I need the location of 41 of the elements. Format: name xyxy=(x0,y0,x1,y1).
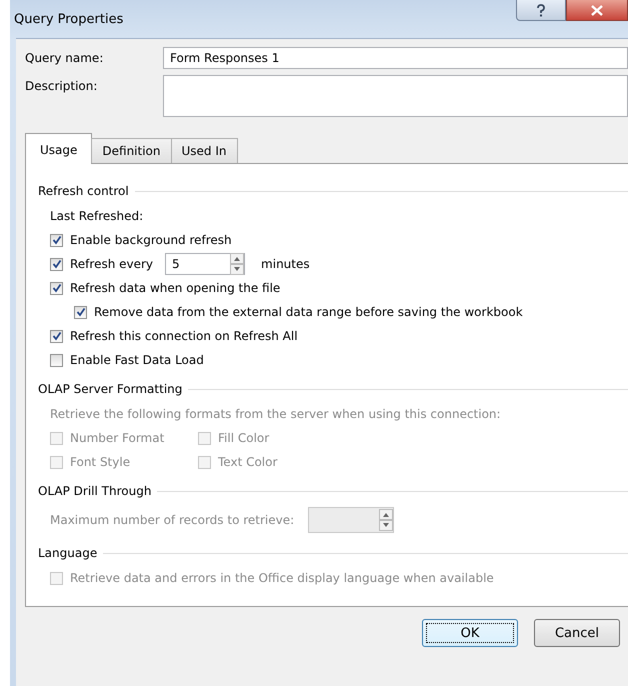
section-heading: OLAP Server Formatting xyxy=(38,382,182,396)
close-icon xyxy=(591,4,603,16)
help-button[interactable] xyxy=(516,0,566,21)
number-spinner[interactable]: 5 xyxy=(165,253,246,275)
checkbox[interactable] xyxy=(50,234,63,246)
checkbox[interactable] xyxy=(50,258,63,270)
section-heading: Language xyxy=(38,546,98,560)
checkbox-label: Retrieve data and errors in the Office display language when available xyxy=(70,571,494,585)
tab[interactable]: Usage xyxy=(25,133,92,164)
checkbox-label: Refresh this connection on Refresh All xyxy=(70,329,298,343)
field-label: Description: xyxy=(25,78,98,95)
info-text: Last Refreshed: xyxy=(50,208,144,225)
tab[interactable]: Definition xyxy=(91,138,172,163)
section-heading: OLAP Drill Through xyxy=(38,484,152,498)
checkbox-label: Fill Color xyxy=(218,431,270,445)
description-field[interactable] xyxy=(163,75,628,117)
checkbox-label: Refresh data when opening the file xyxy=(70,281,280,295)
info-text: Retrieve the following formats from the server when using this connection: xyxy=(50,406,502,423)
ok-button[interactable]: OK xyxy=(422,619,518,647)
name-field[interactable]: Form Responses 1 xyxy=(163,47,628,69)
tab[interactable]: Used In xyxy=(170,138,238,163)
checkbox-label: Number Format xyxy=(70,431,164,445)
checkbox[interactable] xyxy=(50,282,63,294)
checkbox-label: Enable Fast Data Load xyxy=(70,353,204,367)
number-spinner[interactable] xyxy=(308,507,394,533)
checkbox-label: Text Color xyxy=(218,455,278,469)
checkbox-label: Enable background refresh xyxy=(70,233,232,247)
window-title: Query Properties xyxy=(14,12,124,26)
unit-label: minutes xyxy=(261,257,310,271)
checkbox-label: Refresh every xyxy=(70,257,154,271)
field-label: Maximum number of records to retrieve: xyxy=(50,513,294,527)
help-icon xyxy=(536,4,546,16)
checkbox[interactable] xyxy=(50,330,63,342)
checkbox[interactable] xyxy=(74,306,87,318)
cancel-button[interactable]: Cancel xyxy=(534,619,620,647)
field-label: Query name: xyxy=(25,50,104,67)
close-button[interactable] xyxy=(566,0,628,21)
checkbox[interactable] xyxy=(50,354,63,366)
section-heading: Refresh control xyxy=(38,184,129,198)
checkbox-label: Font Style xyxy=(70,455,130,469)
checkbox-label: Remove data from the external data range before saving the workbook xyxy=(94,305,523,319)
